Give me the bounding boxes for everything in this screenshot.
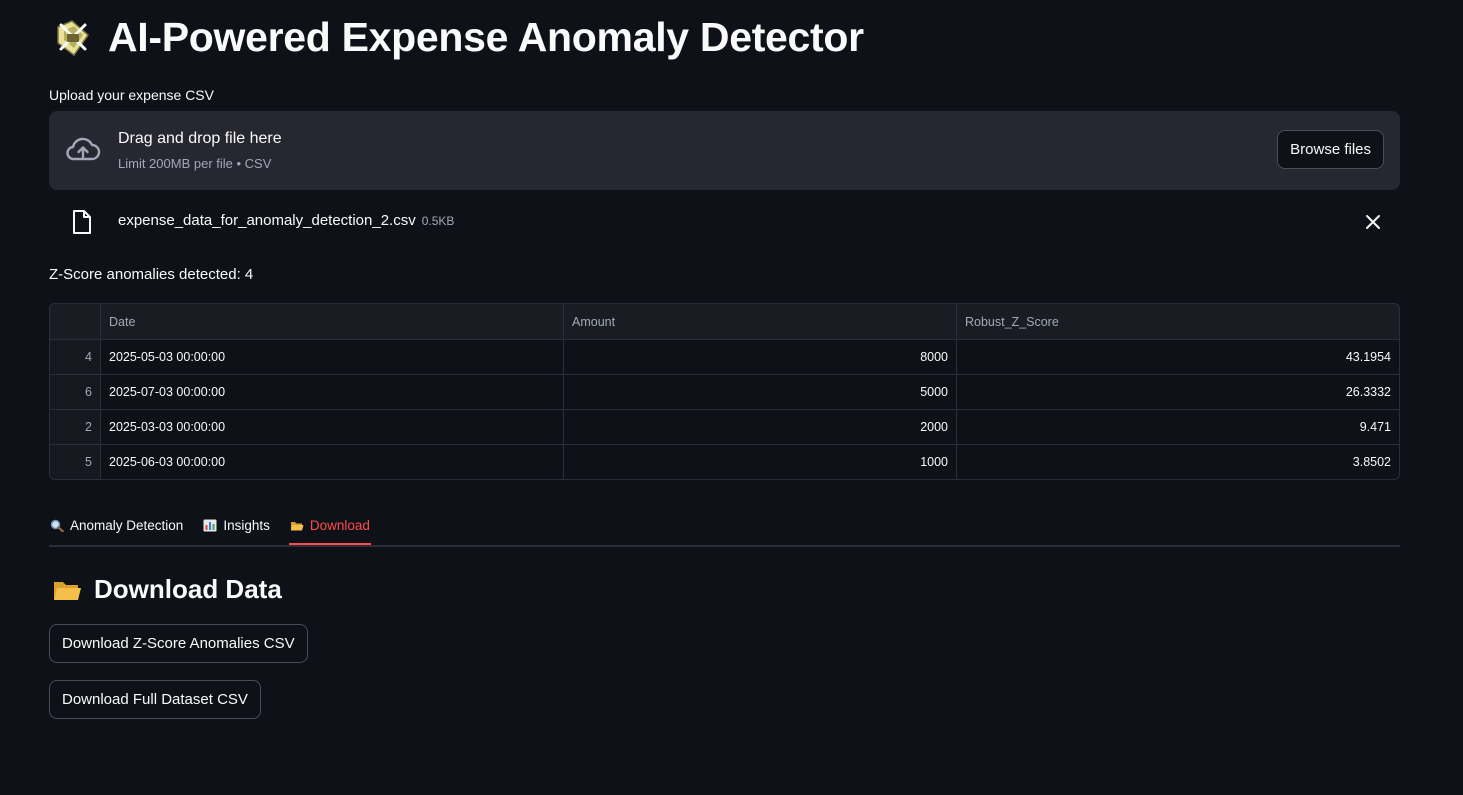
cell-score[interactable]: 43.1954 <box>956 339 1399 375</box>
file-name-text: expense_data_for_anomaly_detection_2.csv <box>118 212 416 229</box>
page-title: AI-Powered Expense Anomaly Detector <box>108 14 864 60</box>
cell-date[interactable]: 2025-06-03 00:00:00 <box>100 444 564 479</box>
cell-score[interactable]: 3.8502 <box>957 445 1400 480</box>
row-index: 5 <box>50 444 101 479</box>
tab-download[interactable]: Download <box>288 508 371 545</box>
cell-amount[interactable]: 8000 <box>563 339 957 375</box>
dropzone-title: Drag and drop file here <box>118 130 282 147</box>
browse-files-button[interactable]: Browse files <box>1277 130 1384 169</box>
cell-score[interactable]: 9.471 <box>956 409 1399 445</box>
folder-icon <box>54 581 81 600</box>
upload-label: Upload your expense CSV <box>49 87 214 103</box>
cell-date[interactable]: 2025-07-03 00:00:00 <box>100 374 564 410</box>
cell-amount[interactable]: 5000 <box>563 374 957 410</box>
row-index: 6 <box>50 374 101 410</box>
section-title: Download Data <box>94 574 282 604</box>
column-header-amount[interactable]: Amount <box>563 304 957 340</box>
table-header-row: Date Amount Robust_Z_Score <box>50 304 1399 340</box>
dropzone-subtitle: Limit 200MB per file • CSV <box>118 156 272 171</box>
tab-label: Insights <box>223 518 270 533</box>
table-row: 4 2025-05-03 00:00:00 8000 43.1954 <box>50 339 1399 375</box>
header: AI-Powered Expense Anomaly Detector <box>52 14 864 61</box>
bar-chart-icon <box>203 519 217 532</box>
cell-score[interactable]: 26.3332 <box>956 374 1399 410</box>
table-row: 2 2025-03-03 00:00:00 2000 9.471 <box>50 409 1399 445</box>
file-name: expense_data_for_anomaly_detection_2.csv… <box>118 212 454 229</box>
download-full-dataset-button[interactable]: Download Full Dataset CSV <box>49 680 261 719</box>
file-dropzone[interactable]: Drag and drop file here Limit 200MB per … <box>49 111 1400 190</box>
column-header-date[interactable]: Date <box>100 304 564 340</box>
tab-anomaly-detection[interactable]: Anomaly Detection <box>49 508 184 543</box>
column-header-index[interactable] <box>50 304 101 340</box>
column-header-score[interactable]: Robust_Z_Score <box>956 304 1399 340</box>
row-index: 2 <box>50 409 101 445</box>
section-heading: Download Data <box>52 574 282 605</box>
app-page: AI-Powered Expense Anomaly Detector Uplo… <box>0 0 1463 795</box>
download-anomalies-button[interactable]: Download Z-Score Anomalies CSV <box>49 624 308 663</box>
cloud-upload-icon <box>66 137 101 161</box>
anomaly-summary: Z-Score anomalies detected: 4 <box>49 266 254 283</box>
tab-label: Download <box>309 518 370 533</box>
cell-amount[interactable]: 1000 <box>563 444 957 479</box>
cell-date[interactable]: 2025-03-03 00:00:00 <box>100 409 564 445</box>
folder-icon <box>290 522 304 531</box>
table-row: 6 2025-07-03 00:00:00 5000 26.3332 <box>50 374 1399 410</box>
cell-date[interactable]: 2025-05-03 00:00:00 <box>100 339 564 375</box>
table-row: 5 2025-06-03 00:00:00 1000 3.8502 <box>50 444 1400 480</box>
tab-label: Anomaly Detection <box>70 518 184 533</box>
cell-amount[interactable]: 2000 <box>563 409 957 445</box>
file-size: 0.5KB <box>421 214 455 228</box>
tab-bar: Anomaly Detection Insights Download <box>49 508 1400 547</box>
file-icon <box>73 210 91 234</box>
magnifier-icon <box>50 519 64 532</box>
uploaded-file-row: expense_data_for_anomaly_detection_2.csv… <box>49 203 1400 241</box>
tab-insights[interactable]: Insights <box>202 508 271 543</box>
close-icon[interactable] <box>1364 213 1382 231</box>
row-index: 4 <box>50 339 101 375</box>
logo-icon <box>52 16 94 59</box>
anomaly-table[interactable]: Date Amount Robust_Z_Score 4 2025-05-03 … <box>49 303 1400 480</box>
